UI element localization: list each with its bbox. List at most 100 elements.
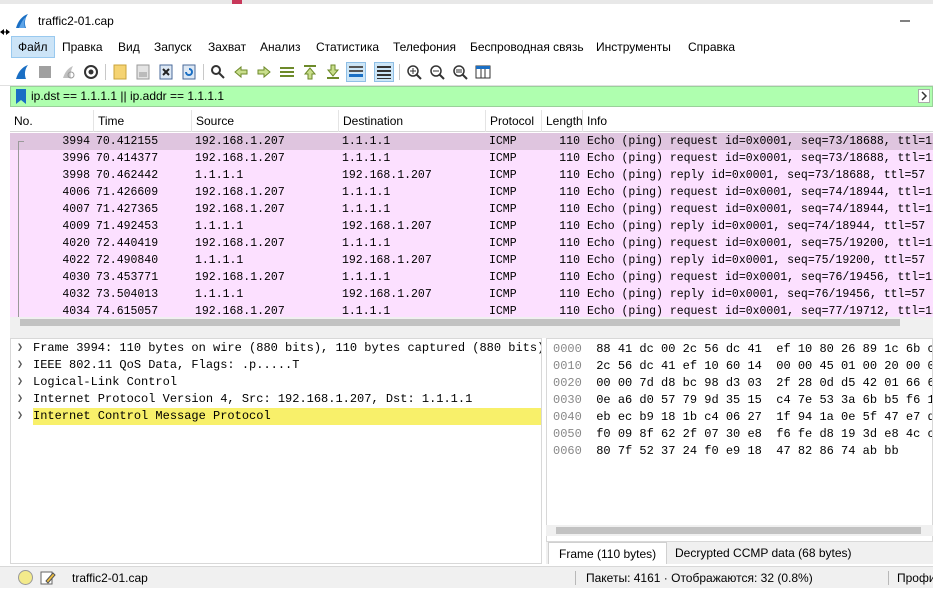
last-packet-button[interactable] [323,62,343,82]
packet-row[interactable]: 4020 72.440419 192.168.1.207 1.1.1.1 ICMP 110… [10,235,933,252]
scroll-thumb[interactable] [20,319,900,326]
display-filter-input[interactable] [31,87,911,106]
close-file-button[interactable] [156,62,176,82]
capture-comment-icon[interactable] [40,570,56,586]
status-bar: traffic2-01.cap Пакеты: 4161 · Отображаю… [0,566,933,588]
detail-row-80211[interactable]: ❯ IEEE 802.11 QoS Data, Flags: .p.....T [11,357,541,374]
menu-help[interactable]: Справка [682,36,741,58]
bytes-row[interactable]: 0010 2c 56 dc 41 ef 10 60 14 00 00 45 01… [553,358,932,375]
wireshark-fin-icon [16,14,28,28]
find-packet-button[interactable] [208,62,228,82]
go-forward-button[interactable] [254,62,274,82]
bytes-row[interactable]: 0020 00 00 7d d8 bc 98 d3 03 2f 28 0d d5… [553,375,932,392]
zoom-out-button[interactable] [427,62,447,82]
cell-len: 110 [559,271,580,284]
minimize-button[interactable] [890,10,920,32]
status-profile[interactable]: Профи [897,567,933,589]
save-file-button[interactable] [133,62,153,82]
packet-row[interactable]: 4009 71.492453 1.1.1.1 192.168.1.207 ICMP 110… [10,218,933,235]
col-header-time[interactable]: Time [94,110,192,132]
cell-no: 3998 [62,169,90,182]
cell-time: 71.427365 [96,203,159,216]
packet-row[interactable]: 3996 70.414377 192.168.1.207 1.1.1.1 ICMP 110… [10,150,933,167]
filter-apply-button[interactable] [918,89,930,103]
cell-src: 192.168.1.207 [195,152,285,165]
detail-row-ipv4[interactable]: ❯ Internet Protocol Version 4, Src: 192.… [11,391,541,408]
bytes-tabs: Frame (110 bytes) Decrypted CCMP data (6… [546,542,933,564]
zoom-in-button[interactable] [404,62,424,82]
bytes-hscroll[interactable] [546,525,933,536]
bytes-row[interactable]: 0050 f0 09 8f 62 2f 07 30 e8 f6 fe d8 19… [553,426,932,443]
bytes-hex: 80 7f 52 37 24 f0 e9 18 47 82 86 74 ab b… [596,444,899,458]
packet-list-hscroll[interactable] [10,317,933,328]
last-packet-icon [326,64,340,79]
zoom-normal-button[interactable] [450,62,470,82]
col-header-source[interactable]: Source [192,110,339,132]
menu-view[interactable]: Вид [112,36,146,58]
start-capture-button[interactable] [12,62,32,82]
bookmark-icon[interactable] [15,89,27,104]
stop-capture-button[interactable] [35,62,55,82]
expert-info-icon[interactable] [18,570,33,585]
tab-decrypted-ccmp[interactable]: Decrypted CCMP data (68 bytes) [665,542,862,564]
chevron-right-icon[interactable]: ❯ [17,391,27,408]
pane-splitter[interactable] [10,328,933,338]
restart-capture-button[interactable] [58,62,78,82]
colorize-button[interactable] [374,62,394,82]
go-to-packet-button[interactable] [277,62,297,82]
reload-file-button[interactable] [179,62,199,82]
col-header-protocol[interactable]: Protocol [486,110,542,132]
detail-row-icmp[interactable]: ❯ Internet Control Message Protocol [11,408,541,425]
packet-row[interactable]: 4030 73.453771 192.168.1.207 1.1.1.1 ICMP 110… [10,269,933,286]
cell-dst: 1.1.1.1 [342,152,391,165]
bytes-hex: eb ec b9 18 1b c4 06 27 1f 94 1a 0e 5f 4… [596,410,933,424]
cell-info: Echo (ping) reply id=0x0001, seq=75/1920… [587,254,926,267]
detail-row-llc[interactable]: ❯ Logical-Link Control [11,374,541,391]
packet-row[interactable]: 3998 70.462442 1.1.1.1 192.168.1.207 ICMP 110… [10,167,933,184]
scroll-thumb[interactable] [556,527,921,534]
menu-capture[interactable]: Захват [202,36,252,58]
cell-proto: ICMP [489,203,517,216]
go-back-button[interactable] [231,62,251,82]
bytes-row[interactable]: 0060 80 7f 52 37 24 f0 e9 18 47 82 86 74… [553,443,899,460]
detail-text: Internet Protocol Version 4, Src: 192.16… [33,392,473,406]
capture-options-icon [84,65,98,79]
resize-columns-icon [475,65,491,79]
col-header-info[interactable]: Info [583,110,933,132]
bytes-row[interactable]: 0030 0e a6 d0 57 79 9d 35 15 c4 7e 53 3a… [553,392,932,409]
cell-time: 73.453771 [96,271,159,284]
cell-src: 192.168.1.207 [195,186,285,199]
menu-file[interactable]: Файл [11,36,55,58]
open-file-button[interactable] [110,62,130,82]
menu-go[interactable]: Запуск [148,36,198,58]
detail-row-frame[interactable]: ❯ Frame 3994: 110 bytes on wire (880 bit… [11,340,541,357]
col-header-length[interactable]: Length [542,110,583,132]
autoscroll-button[interactable] [346,62,366,82]
packet-row[interactable]: 4032 73.504013 1.1.1.1 192.168.1.207 ICMP 110… [10,286,933,303]
chevron-right-icon[interactable]: ❯ [17,340,27,357]
zoom-in-icon [407,65,422,80]
packet-row[interactable]: 4022 72.490840 1.1.1.1 192.168.1.207 ICMP 110… [10,252,933,269]
menu-telephony[interactable]: Телефония [387,36,462,58]
col-header-destination[interactable]: Destination [339,110,486,132]
chevron-right-icon[interactable]: ❯ [17,374,27,391]
packet-row[interactable]: 4006 71.426609 192.168.1.207 1.1.1.1 ICMP 110… [10,184,933,201]
menu-analyze[interactable]: Анализ [254,36,307,58]
packet-row[interactable]: 3994 70.412155 192.168.1.207 1.1.1.1 ICMP 110… [10,133,933,150]
cell-no: 4007 [62,203,90,216]
chevron-right-icon[interactable]: ❯ [17,357,27,374]
tab-frame-bytes[interactable]: Frame (110 bytes) [548,542,668,564]
resize-columns-button[interactable] [473,62,493,82]
bytes-row[interactable]: 0040 eb ec b9 18 1b c4 06 27 1f 94 1a 0e… [553,409,933,426]
menu-wireless[interactable]: Беспроводная связь [464,36,590,58]
bytes-row[interactable]: 0000 88 41 dc 00 2c 56 dc 41 ef 10 80 26… [553,341,932,358]
col-header-no[interactable]: No. [10,110,94,132]
menu-statistics[interactable]: Статистика [310,36,385,58]
menu-edit[interactable]: Правка [56,36,109,58]
packet-details: ❯ Frame 3994: 110 bytes on wire (880 bit… [10,338,542,564]
capture-options-button[interactable] [81,62,101,82]
packet-row[interactable]: 4007 71.427365 192.168.1.207 1.1.1.1 ICMP 110… [10,201,933,218]
menu-tools[interactable]: Инструменты [590,36,677,58]
chevron-right-icon[interactable]: ❯ [17,408,27,425]
first-packet-button[interactable] [300,62,320,82]
